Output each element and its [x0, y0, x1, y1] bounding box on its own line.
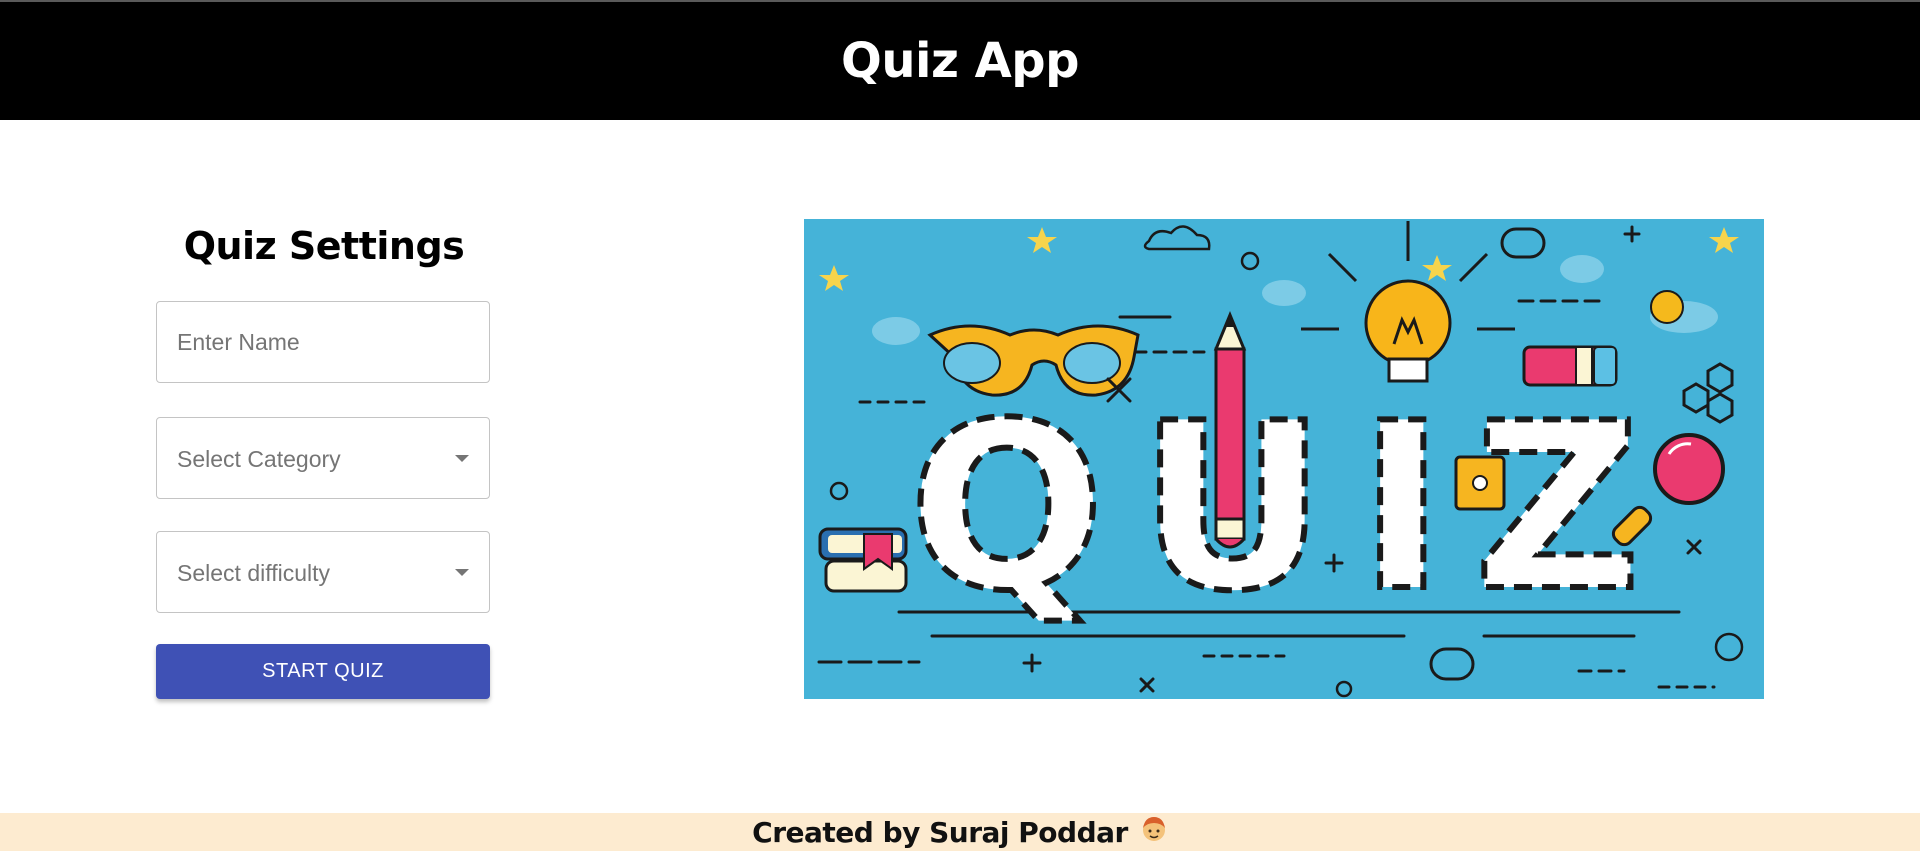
start-quiz-button[interactable]: START QUIZ	[156, 644, 490, 699]
category-select-value: Select Category	[177, 446, 341, 472]
chevron-down-icon	[455, 455, 469, 462]
category-select[interactable]: Select Category	[156, 417, 490, 499]
app-title: Quiz App	[841, 33, 1079, 89]
quiz-illustration-icon: Q U I Z	[804, 219, 1764, 699]
app-header: Quiz App	[0, 2, 1920, 120]
name-input[interactable]	[157, 302, 489, 382]
svg-text:I: I	[1359, 375, 1445, 642]
settings-title: Quiz Settings	[183, 224, 465, 268]
name-field[interactable]	[156, 301, 490, 383]
quiz-word: Q	[909, 375, 1105, 642]
footer-credit: Created by Suraj Poddar	[752, 815, 1128, 849]
footer: Created by Suraj Poddar	[0, 813, 1920, 851]
quiz-banner-image: Q U I Z	[804, 219, 1764, 699]
chevron-down-icon	[455, 569, 469, 576]
quiz-settings-panel: Quiz Settings Select Category Select dif…	[156, 220, 492, 699]
difficulty-select-value: Select difficulty	[177, 560, 330, 586]
person-face-icon	[1140, 815, 1168, 850]
difficulty-select[interactable]: Select difficulty	[156, 531, 490, 613]
